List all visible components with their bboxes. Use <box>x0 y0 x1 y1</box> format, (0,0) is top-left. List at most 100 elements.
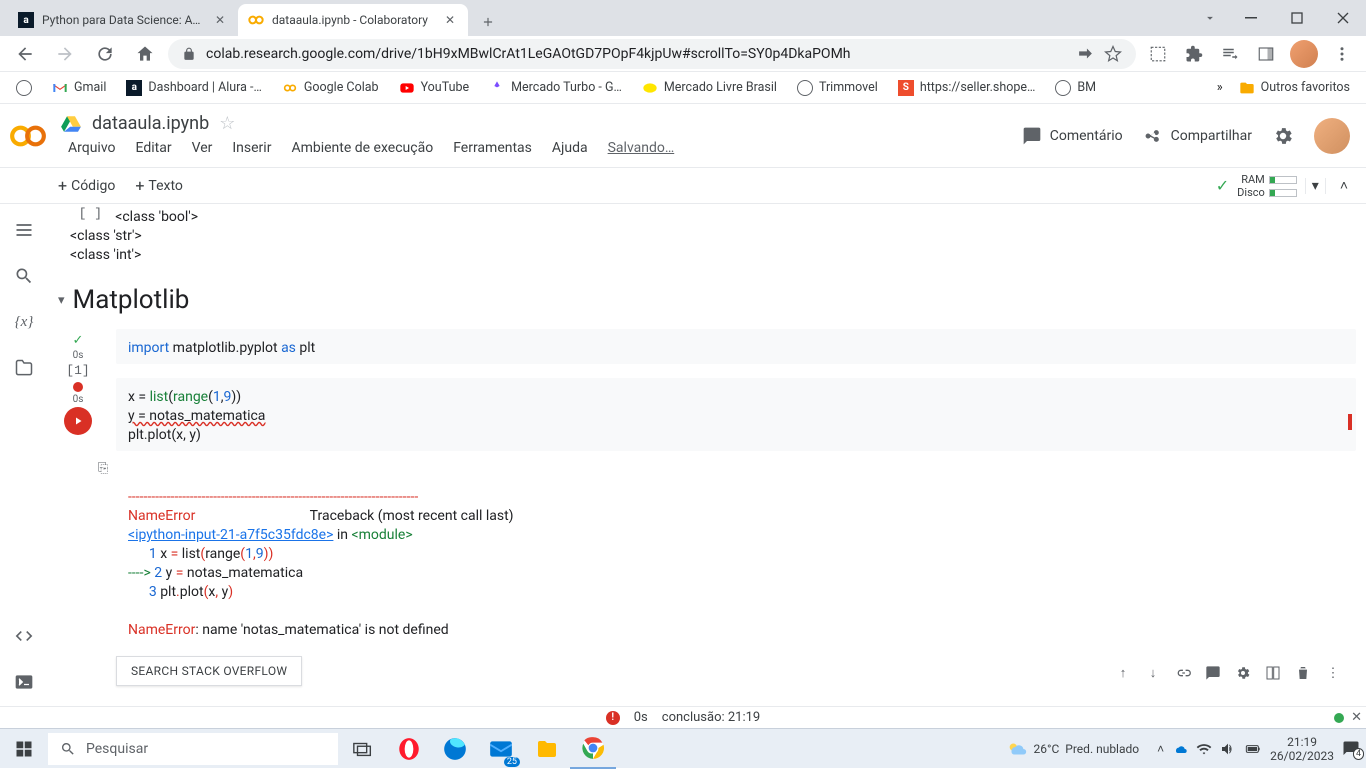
move-up-icon[interactable]: ↑ <box>1114 664 1132 682</box>
star-icon[interactable] <box>1104 45 1122 63</box>
url-field[interactable]: colab.research.google.com/drive/1bH9xMBw… <box>168 39 1136 69</box>
devtools-icon[interactable] <box>1142 37 1174 71</box>
notebook-area[interactable]: [ ] <class 'bool'> <class 'str'> <class … <box>48 204 1366 706</box>
status-error-icon[interactable]: ! <box>606 711 620 725</box>
terminal-icon[interactable] <box>12 670 36 694</box>
chrome-icon[interactable] <box>570 729 616 769</box>
code-editor[interactable]: import matplotlib.pyplot as plt <box>116 329 1356 364</box>
user-avatar[interactable] <box>1314 118 1350 154</box>
clock[interactable]: 21:19 26/02/2023 <box>1270 735 1334 763</box>
close-icon[interactable]: ✕ <box>212 12 228 28</box>
notifications-icon[interactable]: 4 <box>1342 740 1360 758</box>
sidepanel-icon[interactable] <box>1250 37 1282 71</box>
share-button[interactable]: Compartilhar <box>1143 126 1252 146</box>
reading-list-icon[interactable] <box>1214 37 1246 71</box>
menubar: Arquivo Editar Ver Inserir Ambiente de e… <box>60 137 1022 159</box>
menu-view[interactable]: Ver <box>184 137 221 159</box>
menu-icon[interactable] <box>1326 37 1358 71</box>
traceback-output: ----------------------------------------… <box>116 476 1356 648</box>
wifi-icon[interactable] <box>1196 741 1212 757</box>
reload-button[interactable] <box>88 37 122 71</box>
taskbar-search[interactable]: Pesquisar <box>48 733 338 765</box>
share-page-icon[interactable] <box>1077 45 1094 62</box>
task-view-icon[interactable] <box>340 729 386 769</box>
output-arrow-icon[interactable]: ⎘ <box>98 461 116 476</box>
bookmark-colab[interactable]: Google Colab <box>274 76 387 100</box>
comment-cell-icon[interactable] <box>1204 664 1222 682</box>
comment-button[interactable]: Comentário <box>1022 126 1123 146</box>
search-icon[interactable] <box>12 264 36 288</box>
menu-help[interactable]: Ajuda <box>544 137 596 159</box>
cell-more-icon[interactable]: ⋮ <box>1324 664 1342 682</box>
run-cell-button[interactable] <box>64 407 92 435</box>
start-button[interactable] <box>0 729 48 769</box>
bookmark-mt[interactable]: Mercado Turbo - G… <box>481 76 630 100</box>
tab-colab[interactable]: dataaula.ipynb - Colaboratory ✕ <box>238 4 468 36</box>
add-text-button[interactable]: +Texto <box>125 172 193 199</box>
variables-icon[interactable]: {x} <box>12 310 36 334</box>
dropdown-icon[interactable]: ▾ <box>1305 178 1326 194</box>
traceback-link[interactable]: <ipython-input-21-a7f5c35fdc8e> <box>128 527 333 543</box>
onedrive-icon[interactable] <box>1172 741 1188 757</box>
weather-widget[interactable]: 26°C Pred. nublado <box>1006 738 1140 760</box>
ram-disk-gauge[interactable]: RAM Disco <box>1237 173 1297 199</box>
section-heading[interactable]: ▾ Matplotlib <box>48 267 1356 321</box>
back-button[interactable] <box>8 37 42 71</box>
delete-cell-icon[interactable] <box>1294 664 1312 682</box>
files-icon[interactable] <box>12 356 36 380</box>
menu-edit[interactable]: Editar <box>128 137 180 159</box>
code-editor[interactable]: x = list(range(1,9)) y = notas_matematic… <box>116 378 1356 451</box>
bookmark-trimmovel[interactable]: Trimmovel <box>789 76 886 100</box>
volume-icon[interactable] <box>1220 741 1236 757</box>
tab-alura[interactable]: a Python para Data Science: Aula 5 ✕ <box>8 4 238 36</box>
collapse-section-icon[interactable]: ▾ <box>58 293 65 308</box>
home-button[interactable] <box>128 37 162 71</box>
code-cell-1[interactable]: ✓ 0s [1] import matplotlib.pyplot as plt <box>48 329 1356 364</box>
settings-icon[interactable] <box>1272 125 1294 147</box>
toc-icon[interactable] <box>12 218 36 242</box>
menu-tools[interactable]: Ferramentas <box>445 137 540 159</box>
tray-chevron-icon[interactable]: ˄ <box>1157 742 1164 756</box>
collapse-icon[interactable]: ˄ <box>1334 177 1354 194</box>
bookmark-ml[interactable]: Mercado Livre Brasil <box>634 76 785 100</box>
doc-title[interactable]: dataaula.ipynb <box>92 113 209 134</box>
forward-button[interactable] <box>48 37 82 71</box>
mail-icon[interactable]: 25 <box>478 729 524 769</box>
edge-icon[interactable] <box>432 729 478 769</box>
bookmark-apps[interactable] <box>8 76 40 100</box>
connected-check-icon: ✓ <box>1216 176 1229 195</box>
add-code-button[interactable]: +Código <box>48 172 125 199</box>
other-bookmarks[interactable]: Outros favoritos <box>1231 76 1358 100</box>
opera-icon[interactable] <box>386 729 432 769</box>
bookmark-alura[interactable]: aDashboard | Alura -… <box>118 76 270 100</box>
window-controls <box>1192 0 1366 36</box>
colab-logo[interactable] <box>8 116 48 156</box>
bookmark-gmail[interactable]: Gmail <box>44 76 114 100</box>
mirror-cell-icon[interactable] <box>1264 664 1282 682</box>
menu-file[interactable]: Arquivo <box>60 137 124 159</box>
battery-icon[interactable] <box>1244 741 1262 757</box>
menu-insert[interactable]: Inserir <box>224 137 279 159</box>
tab-search-icon[interactable] <box>1192 0 1228 36</box>
new-tab-button[interactable] <box>474 8 502 36</box>
menu-runtime[interactable]: Ambiente de execução <box>283 137 441 159</box>
move-down-icon[interactable]: ↓ <box>1144 664 1162 682</box>
status-close-icon[interactable]: ✕ <box>1351 710 1362 725</box>
explorer-icon[interactable] <box>524 729 570 769</box>
profile-avatar[interactable] <box>1290 40 1318 68</box>
close-icon[interactable]: ✕ <box>442 12 458 28</box>
bookmark-shopee[interactable]: Shttps://seller.shope… <box>890 76 1044 100</box>
minimize-button[interactable] <box>1228 0 1274 36</box>
code-snippets-icon[interactable] <box>12 624 36 648</box>
link-cell-icon[interactable] <box>1174 664 1192 682</box>
maximize-button[interactable] <box>1274 0 1320 36</box>
search-stack-overflow-button[interactable]: SEARCH STACK OVERFLOW <box>116 656 302 686</box>
bookmark-youtube[interactable]: YouTube <box>391 76 478 100</box>
star-doc-icon[interactable]: ☆ <box>219 113 235 134</box>
bookmark-bm[interactable]: BM <box>1047 76 1104 100</box>
bookmark-overflow[interactable]: » <box>1217 80 1223 95</box>
cell-settings-icon[interactable] <box>1234 664 1252 682</box>
close-window-button[interactable] <box>1320 0 1366 36</box>
code-cell-2[interactable]: 0s x = list(range(1,9)) y = notas_matema… <box>48 378 1356 686</box>
extensions-icon[interactable] <box>1178 37 1210 71</box>
